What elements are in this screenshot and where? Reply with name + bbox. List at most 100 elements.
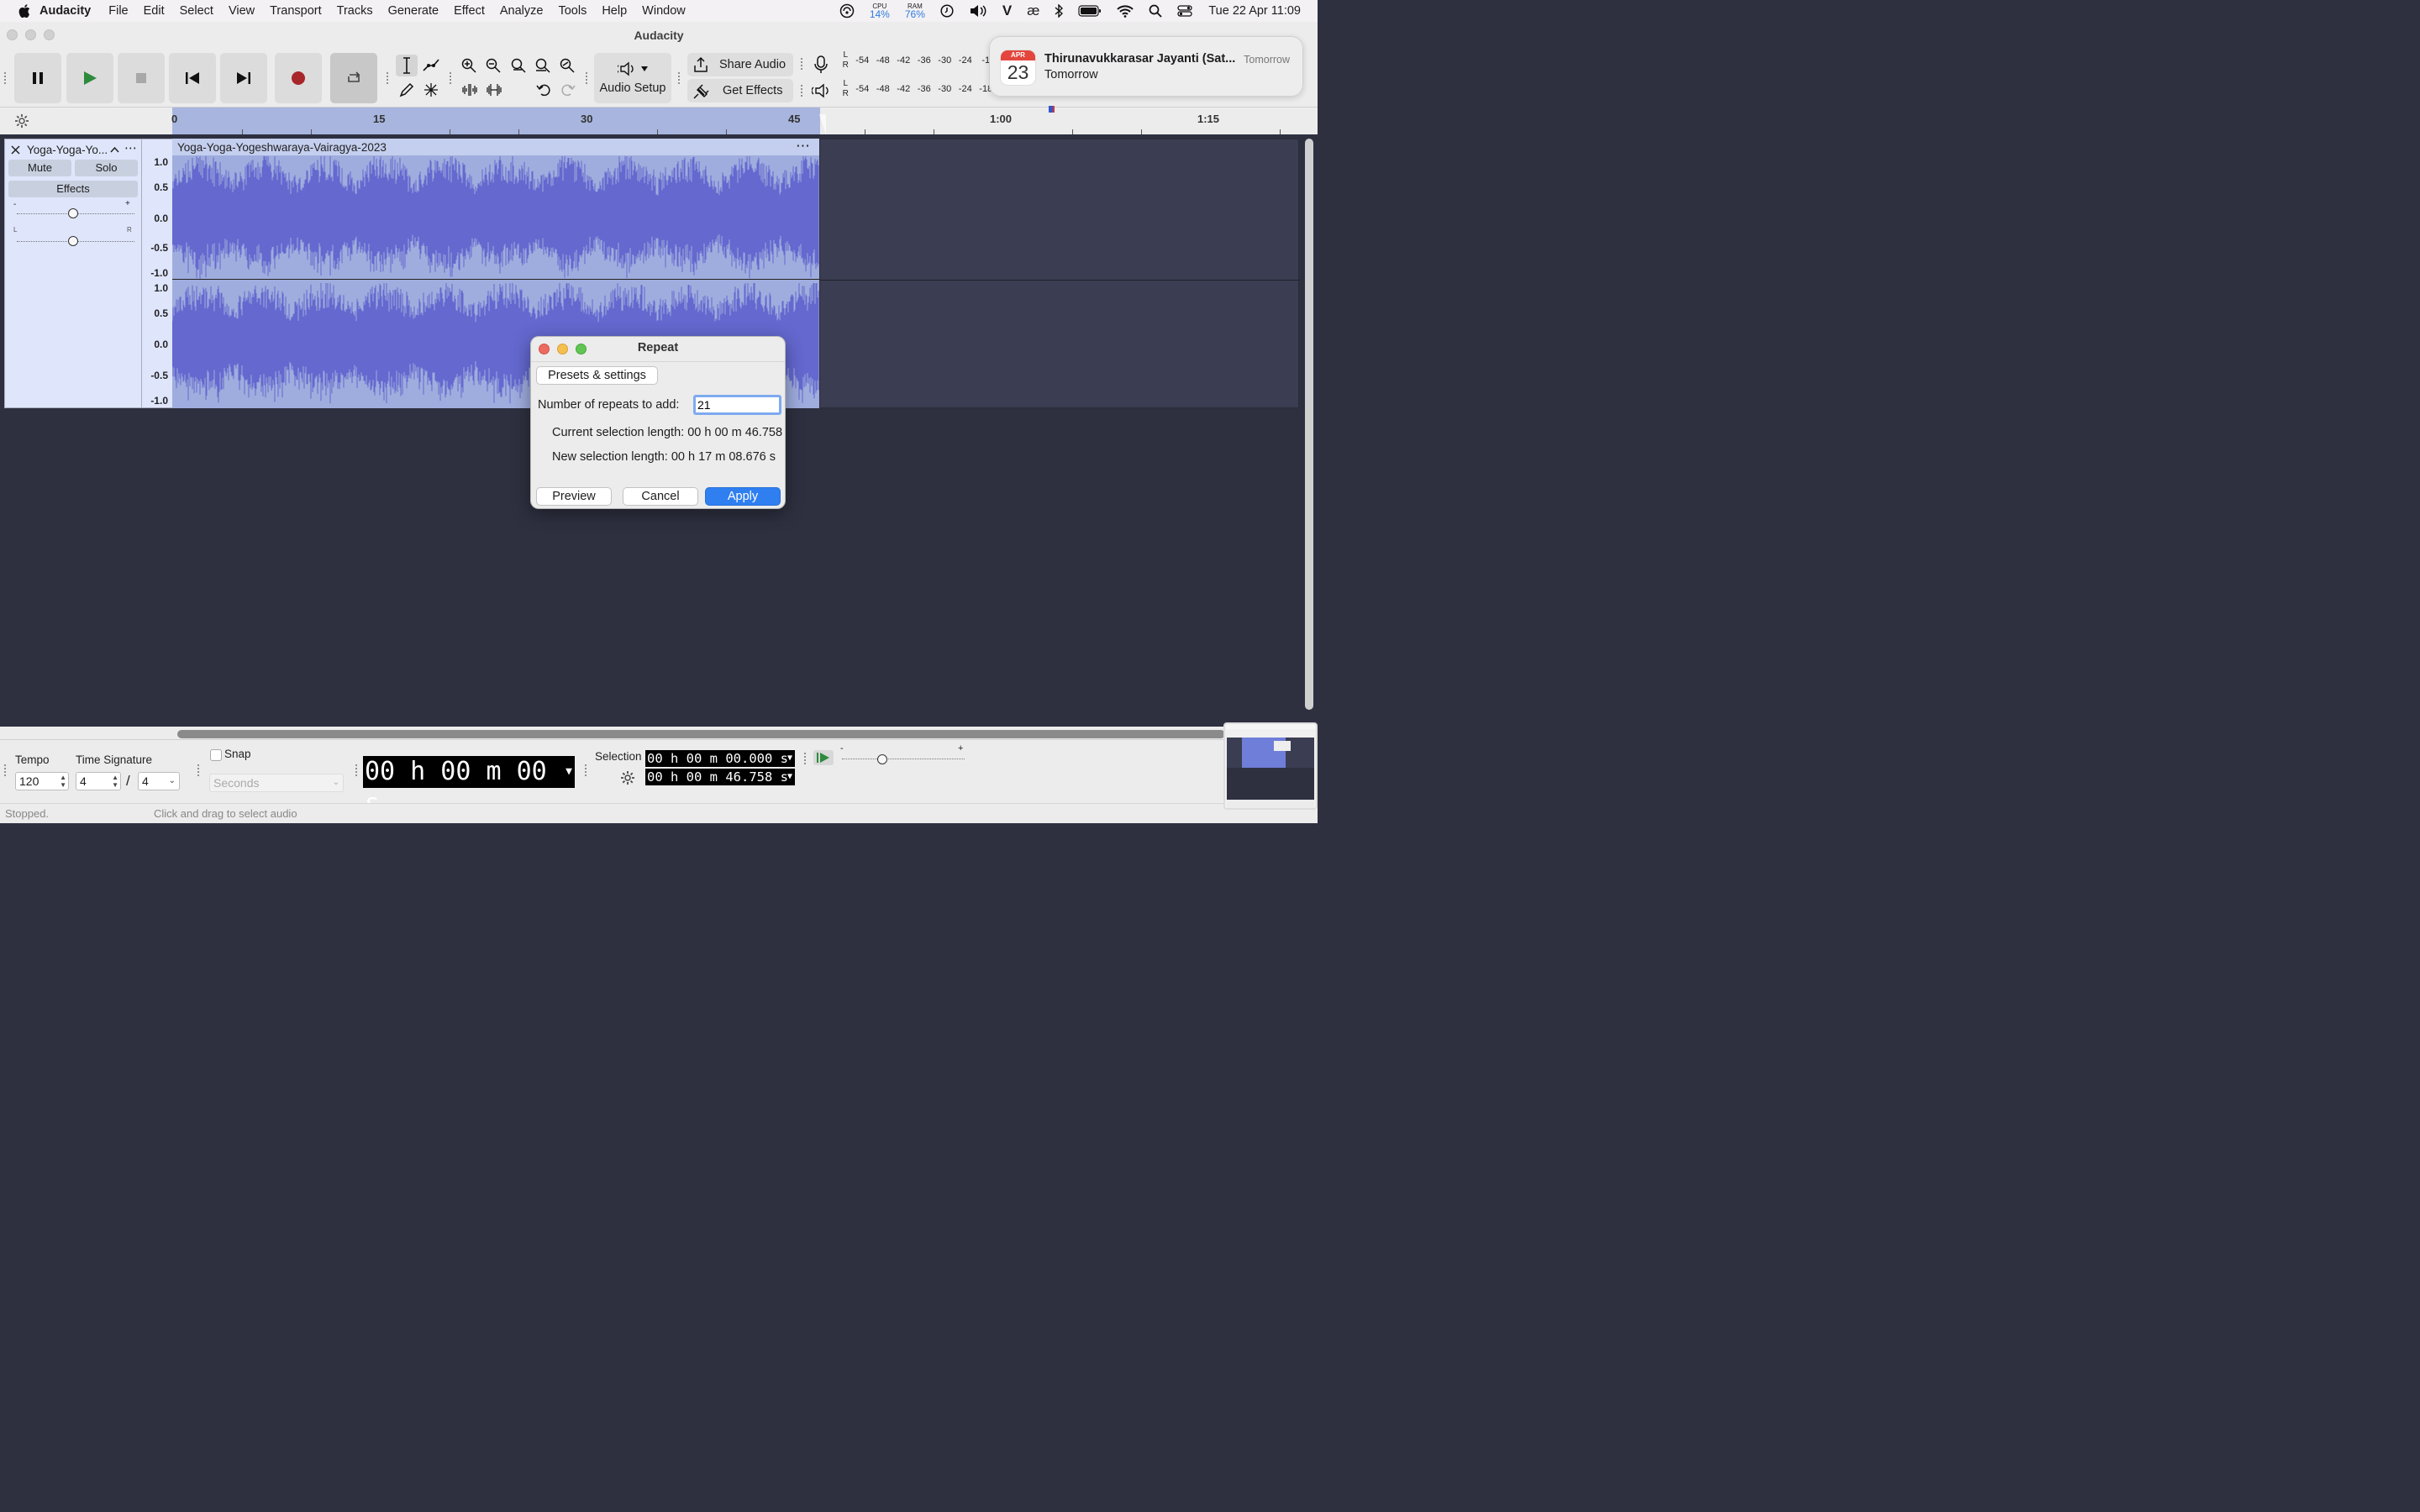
solo-button[interactable]: Solo	[75, 160, 138, 176]
battery-icon[interactable]	[1078, 5, 1102, 17]
cpu-stat[interactable]: CPU 14%	[870, 3, 890, 19]
menu-tools[interactable]: Tools	[550, 0, 594, 22]
calendar-notification[interactable]: APR 23 Thirunavukkarasar Jayanti (Sat...…	[989, 36, 1303, 97]
toolbar-grip[interactable]	[584, 764, 587, 777]
pause-button[interactable]	[14, 53, 61, 103]
menu-effect[interactable]: Effect	[446, 0, 492, 22]
toolbar-grip[interactable]	[197, 764, 200, 777]
toolbar-grip[interactable]	[800, 57, 803, 71]
toolbar-grip[interactable]	[3, 71, 7, 85]
cancel-button[interactable]: Cancel	[623, 487, 698, 506]
snap-checkbox[interactable]	[210, 749, 222, 761]
track-menu-ellipsis-icon[interactable]: ⋯	[124, 142, 137, 155]
menu-edit[interactable]: Edit	[136, 0, 172, 22]
repeats-input[interactable]	[693, 395, 781, 415]
time-format-dropdown-icon[interactable]: ▼	[566, 756, 572, 788]
chevron-down-icon[interactable]: ▼	[787, 750, 792, 767]
track-control-panel[interactable]: Yoga-Yoga-Yo... ⋯ Mute Solo Effects - + …	[4, 139, 142, 408]
loop-button[interactable]	[330, 53, 377, 103]
tempo-stepper-icon[interactable]: ▲ ▼	[60, 774, 66, 789]
menu-view[interactable]: View	[221, 0, 262, 22]
volume-icon[interactable]	[969, 4, 987, 18]
toolbar-grip[interactable]	[3, 764, 7, 777]
toolbar-grip[interactable]	[803, 752, 807, 765]
apply-button[interactable]: Apply	[705, 487, 781, 506]
redo-button[interactable]	[557, 79, 579, 101]
audio-position-display[interactable]: 00 h 00 m 00 s ▼	[363, 756, 575, 818]
skip-to-end-button[interactable]	[220, 53, 267, 103]
ae-input-icon[interactable]: æ	[1027, 3, 1039, 19]
selection-start-display[interactable]: 00 h 00 m 00.000 s ▼	[645, 750, 795, 767]
mute-button[interactable]: Mute	[8, 160, 71, 176]
effects-button[interactable]: Effects	[8, 181, 138, 197]
get-effects-button[interactable]: Get Effects	[687, 79, 793, 102]
spotlight-search-icon[interactable]	[1149, 4, 1162, 18]
menu-help[interactable]: Help	[594, 0, 634, 22]
multi-tool-button[interactable]	[420, 79, 442, 101]
wifi-icon[interactable]	[1117, 4, 1134, 18]
menu-analyze[interactable]: Analyze	[492, 0, 551, 22]
numerator-stepper-icon[interactable]: ▲ ▼	[112, 774, 118, 789]
menu-window[interactable]: Window	[634, 0, 693, 22]
stop-button[interactable]	[118, 53, 165, 103]
menu-tracks[interactable]: Tracks	[329, 0, 381, 22]
toolbar-grip[interactable]	[386, 71, 389, 85]
play-at-speed-button[interactable]	[813, 750, 834, 765]
skip-to-start-button[interactable]	[169, 53, 216, 103]
clip-menu-ellipsis-icon[interactable]: ⋯	[796, 138, 810, 155]
microphone-icon[interactable]	[812, 55, 830, 74]
record-meter[interactable]: -54 -48 -42 -36 -30 -24 -1	[852, 55, 997, 66]
selection-tool-button[interactable]	[396, 55, 418, 76]
playback-meter[interactable]: -54 -48 -42 -36 -30 -24 -18	[852, 84, 997, 94]
screenshot-thumbnail[interactable]	[1223, 722, 1318, 810]
trim-audio-button[interactable]	[459, 79, 481, 101]
undo-button[interactable]	[533, 79, 555, 101]
share-audio-button[interactable]: Share Audio	[687, 53, 793, 76]
selection-end-display[interactable]: 00 h 00 m 46.758 s ▼	[645, 769, 795, 785]
menu-file[interactable]: File	[101, 0, 135, 22]
time-signature-denominator-select[interactable]: 4 ⌄	[138, 772, 180, 790]
close-track-icon[interactable]	[11, 145, 20, 155]
gain-slider-knob[interactable]	[68, 208, 78, 218]
vivaldi-icon[interactable]: V	[1002, 3, 1012, 19]
chevron-down-icon[interactable]: ▼	[787, 769, 792, 785]
menu-app-name[interactable]: Audacity	[29, 0, 101, 22]
timeline-settings-gear-icon[interactable]	[14, 113, 29, 129]
clock-icon[interactable]	[940, 4, 954, 18]
apple-icon[interactable]	[0, 4, 30, 18]
fit-selection-button[interactable]	[508, 55, 529, 76]
zoom-in-button[interactable]	[458, 55, 480, 76]
silence-audio-button[interactable]	[483, 79, 505, 101]
timeline-ruler[interactable]: 0 15 30 45 1:00 1:15	[0, 106, 1318, 134]
empty-track-region[interactable]	[819, 139, 1300, 408]
toolbar-grip[interactable]	[355, 764, 358, 777]
track-name[interactable]: Yoga-Yoga-Yo...	[27, 144, 108, 156]
zoom-toggle-button[interactable]	[556, 55, 578, 76]
ram-stat[interactable]: RAM 76%	[905, 3, 925, 19]
vertical-scrollbar[interactable]	[1305, 139, 1313, 710]
menu-transport[interactable]: Transport	[262, 0, 329, 22]
playback-speed-knob[interactable]	[877, 754, 887, 764]
bluetooth-icon[interactable]	[1055, 4, 1064, 18]
menu-select[interactable]: Select	[172, 0, 221, 22]
control-center-icon[interactable]	[1177, 4, 1193, 18]
tempo-input[interactable]: 120 ▲ ▼	[15, 772, 69, 790]
audio-setup-button[interactable]: Audio Setup	[594, 53, 671, 103]
fit-project-button[interactable]	[532, 55, 554, 76]
preview-button[interactable]: Preview	[536, 487, 612, 506]
toolbar-grip[interactable]	[677, 71, 681, 85]
pan-slider-knob[interactable]	[68, 236, 78, 246]
toolbar-grip[interactable]	[449, 71, 452, 85]
time-signature-numerator-input[interactable]: 4 ▲ ▼	[76, 772, 121, 790]
snap-unit-select[interactable]: Seconds ⌄	[209, 774, 344, 792]
presets-settings-button[interactable]: Presets & settings	[536, 366, 658, 385]
network-stats-icon[interactable]	[839, 3, 855, 18]
play-button[interactable]	[66, 53, 113, 103]
envelope-tool-button[interactable]	[420, 55, 442, 76]
menu-generate[interactable]: Generate	[381, 0, 446, 22]
draw-tool-button[interactable]	[396, 79, 418, 101]
selection-settings-gear-icon[interactable]	[620, 770, 635, 785]
clip-header[interactable]: Yoga-Yoga-Yogeshwaraya-Vairagya-2023 ⋯	[172, 138, 819, 155]
toolbar-grip[interactable]	[800, 84, 803, 97]
playback-meter-speaker-icon[interactable]	[812, 82, 832, 99]
